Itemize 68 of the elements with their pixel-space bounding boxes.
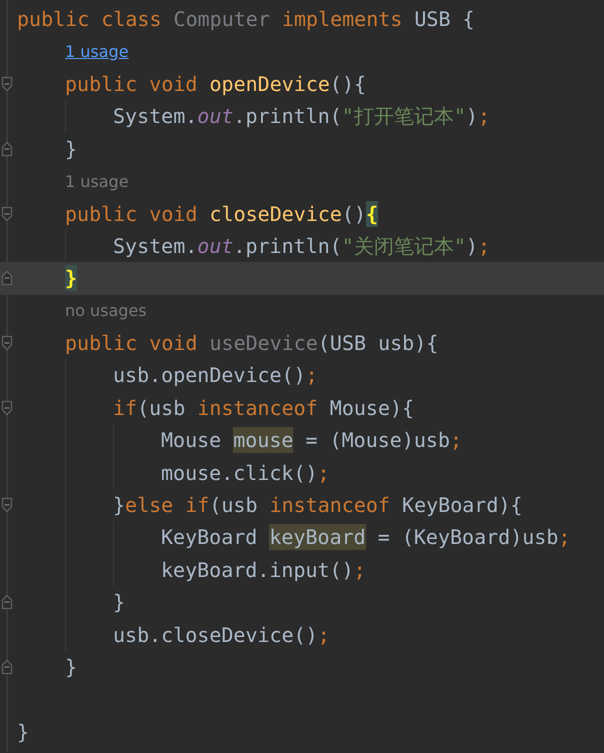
code-text: (){ bbox=[330, 70, 366, 97]
keyword: instanceof bbox=[197, 394, 318, 421]
code-text: usb.openDevice() bbox=[113, 362, 306, 388]
string-literal: "关闭笔记本" bbox=[342, 232, 466, 259]
code-text: (usb bbox=[137, 394, 186, 421]
matched-brace: } bbox=[65, 265, 78, 292]
keyword: instanceof bbox=[270, 492, 390, 518]
code-text: () bbox=[342, 200, 366, 227]
code-text: } bbox=[65, 654, 78, 680]
identifier: Computer bbox=[174, 6, 270, 32]
method-name: openDevice bbox=[210, 70, 330, 97]
variable: mouse bbox=[233, 427, 294, 454]
code-text: } bbox=[65, 136, 78, 162]
keyword: public void bbox=[65, 70, 198, 97]
variable: keyBoard bbox=[269, 524, 366, 550]
semicolon: ; bbox=[306, 362, 318, 388]
code-text: USB { bbox=[414, 6, 475, 32]
keyword: else if bbox=[125, 492, 210, 518]
keyword: public class bbox=[17, 6, 162, 32]
matched-brace: { bbox=[366, 200, 378, 227]
code-text: mouse.click() bbox=[161, 460, 318, 486]
semicolon: ; bbox=[318, 622, 330, 648]
semicolon: ; bbox=[318, 460, 330, 486]
string-literal: "打开笔记本" bbox=[342, 103, 466, 130]
usage-hint: no usages bbox=[65, 301, 147, 320]
code-text: System. bbox=[113, 232, 198, 259]
code-text: KeyBoard bbox=[161, 524, 258, 550]
keyword: public void bbox=[65, 330, 198, 356]
code-text: (USB usb){ bbox=[318, 330, 438, 356]
code-text: System. bbox=[113, 103, 198, 130]
fold-icon[interactable] bbox=[1, 76, 13, 92]
field-name: out bbox=[197, 103, 234, 130]
code-text: .println( bbox=[233, 103, 342, 130]
usage-hint: 1 usage bbox=[65, 172, 129, 191]
fold-icon[interactable] bbox=[1, 206, 13, 222]
fold-icon[interactable] bbox=[1, 400, 13, 416]
fold-icon[interactable] bbox=[1, 497, 13, 514]
code-text: } bbox=[113, 492, 126, 518]
code-text: ) bbox=[466, 103, 478, 130]
fold-icon[interactable] bbox=[1, 659, 13, 675]
code-text: .println( bbox=[233, 232, 342, 259]
keyword: public void bbox=[65, 200, 198, 227]
fold-icon[interactable] bbox=[1, 270, 13, 286]
fold-icon[interactable] bbox=[1, 335, 13, 352]
code-text: ) bbox=[466, 232, 478, 259]
fold-icon[interactable] bbox=[1, 140, 13, 157]
code-text: (usb bbox=[209, 492, 259, 518]
code-text: KeyBoard){ bbox=[401, 492, 522, 518]
identifier: useDevice bbox=[210, 330, 318, 356]
code-text: Mouse){ bbox=[328, 394, 414, 421]
semicolon: ; bbox=[478, 103, 490, 130]
code-text: usb.closeDevice() bbox=[113, 622, 318, 648]
code-text: } bbox=[113, 589, 126, 616]
code-text: keyBoard.input() bbox=[161, 556, 354, 583]
code-text: Mouse bbox=[161, 427, 222, 454]
fold-icon[interactable] bbox=[1, 594, 13, 610]
code-text: = (Mouse)usb bbox=[304, 427, 450, 454]
usage-link[interactable]: 1 usage bbox=[65, 42, 129, 62]
keyword: implements bbox=[280, 6, 404, 32]
semicolon: ; bbox=[558, 524, 570, 550]
semicolon: ; bbox=[478, 232, 490, 259]
method-name: closeDevice bbox=[210, 200, 342, 227]
semicolon: ; bbox=[450, 427, 462, 454]
code-text: = (KeyBoard)usb bbox=[376, 524, 558, 550]
field-name: out bbox=[197, 232, 234, 259]
keyword: if bbox=[113, 394, 138, 421]
code-text: } bbox=[17, 718, 30, 745]
semicolon: ; bbox=[354, 556, 366, 583]
